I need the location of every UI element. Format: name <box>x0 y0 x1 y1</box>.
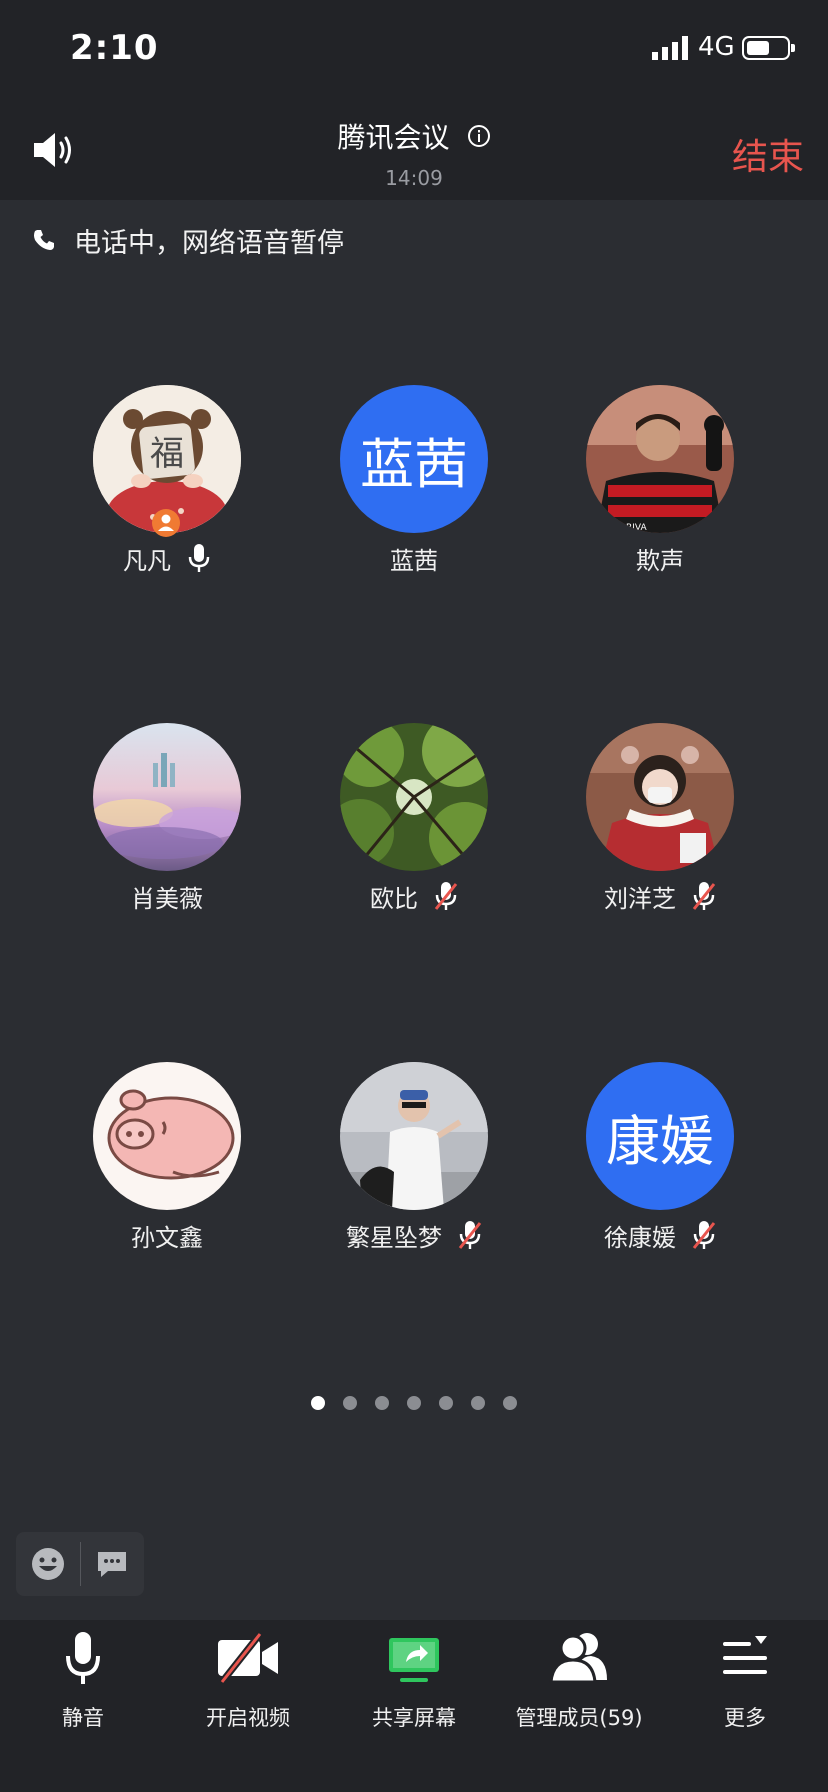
quick-actions <box>16 1532 144 1596</box>
page-dot[interactable] <box>375 1396 389 1410</box>
manage-members-button[interactable]: 管理成员(59) <box>504 1630 654 1750</box>
start-video-label: 开启视频 <box>206 1706 290 1730</box>
bottom-toolbar: 静音 开启视频 共享屏幕 管理成员(59) 更多 <box>0 1620 828 1792</box>
avatar-participant-6[interactable] <box>586 723 734 871</box>
more-menu-icon <box>723 1636 767 1674</box>
mic-muted-icon <box>692 1221 716 1249</box>
participant-name: 欧比 <box>370 884 418 913</box>
mic-on-icon <box>188 544 210 572</box>
avatar-participant-4[interactable] <box>93 723 241 871</box>
mute-label: 静音 <box>62 1706 104 1730</box>
page-dot[interactable] <box>503 1396 517 1410</box>
share-screen-label: 共享屏幕 <box>372 1706 456 1730</box>
page-dot[interactable] <box>471 1396 485 1410</box>
manage-members-label: 管理成员(59) <box>515 1706 643 1730</box>
avatar-participant-2[interactable]: 蓝茜 <box>340 385 488 533</box>
host-badge-icon <box>152 509 180 537</box>
meeting-title[interactable]: 腾讯会议 <box>337 116 449 156</box>
participant-name: 徐康媛 <box>604 1223 676 1252</box>
phone-icon <box>34 230 54 250</box>
meeting-duration: 14:09 <box>385 166 443 190</box>
microphone-icon <box>66 1632 100 1684</box>
start-video-button[interactable]: 开启视频 <box>173 1630 323 1750</box>
share-screen-icon <box>389 1638 439 1682</box>
participant-4: 肖美薇 <box>42 878 292 914</box>
participant-name: 肖美薇 <box>131 884 203 913</box>
participant-5: 欧比 <box>289 878 539 914</box>
avatar-participant-5[interactable] <box>340 723 488 871</box>
signal-icon <box>652 36 688 60</box>
mic-muted-icon <box>692 882 716 910</box>
participant-9: 徐康媛 <box>535 1217 785 1253</box>
network-type: 4G <box>698 32 735 62</box>
page-dot[interactable] <box>407 1396 421 1410</box>
participant-name: 繁星坠梦 <box>346 1223 442 1252</box>
participant-7: 孙文鑫 <box>42 1217 292 1253</box>
phone-audio-notice: 电话中，网络语音暂停 <box>32 220 344 260</box>
page-dot[interactable] <box>343 1396 357 1410</box>
end-meeting-button[interactable]: 结束 <box>732 128 804 180</box>
mic-muted-icon <box>434 882 458 910</box>
participant-2: 蓝茜 <box>289 540 539 576</box>
participant-name: 凡凡 <box>123 546 171 575</box>
more-label: 更多 <box>724 1706 766 1730</box>
page-dot[interactable] <box>311 1396 325 1410</box>
participant-8: 繁星坠梦 <box>289 1217 539 1253</box>
notice-text: 电话中，网络语音暂停 <box>74 227 344 259</box>
page-dot[interactable] <box>439 1396 453 1410</box>
avatar-participant-8[interactable] <box>340 1062 488 1210</box>
share-screen-button[interactable]: 共享屏幕 <box>339 1630 489 1750</box>
participant-6: 刘洋芝 <box>535 878 785 914</box>
status-time: 2:10 <box>70 28 159 68</box>
status-bar: 2:10 4G <box>0 0 828 100</box>
avatar-participant-9[interactable]: 康媛 <box>586 1062 734 1210</box>
avatar-participant-3[interactable]: RIVA <box>586 385 734 533</box>
svg-text:RIVA: RIVA <box>626 523 647 533</box>
info-icon[interactable] <box>467 124 491 148</box>
participant-3: 欺声 <box>535 540 785 576</box>
video-off-icon <box>218 1631 278 1685</box>
meeting-header: 腾讯会议 14:09 结束 <box>0 100 828 200</box>
participant-1: 凡凡 <box>42 540 292 576</box>
mic-muted-icon <box>458 1221 482 1249</box>
more-button[interactable]: 更多 <box>670 1630 820 1750</box>
chat-icon[interactable] <box>96 1548 128 1580</box>
mute-button[interactable]: 静音 <box>8 1630 158 1750</box>
avatar-initials: 蓝茜 <box>360 432 468 496</box>
page-indicator[interactable] <box>0 1396 828 1410</box>
participant-name: 蓝茜 <box>390 546 438 575</box>
avatar-initials: 康媛 <box>606 1109 714 1173</box>
avatar-participant-7[interactable] <box>93 1062 241 1210</box>
svg-text:福: 福 <box>150 434 184 474</box>
participant-name: 欺声 <box>636 546 684 575</box>
participant-name: 孙文鑫 <box>131 1223 203 1252</box>
participant-name: 刘洋芝 <box>604 884 676 913</box>
members-icon <box>549 1633 607 1684</box>
battery-icon <box>742 36 795 60</box>
emoji-icon[interactable] <box>30 1546 66 1582</box>
